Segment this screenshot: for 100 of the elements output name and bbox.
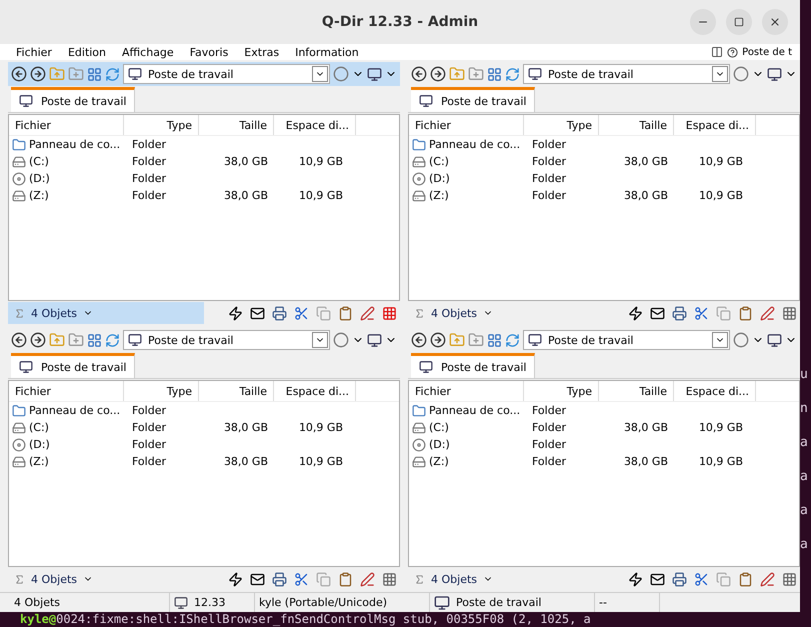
pen-icon[interactable]: [360, 306, 375, 320]
column-header[interactable]: Type: [124, 381, 199, 401]
computer-icon[interactable]: [367, 332, 382, 348]
pen-icon[interactable]: [760, 306, 775, 320]
computer-icon[interactable]: [767, 66, 782, 82]
mail-icon[interactable]: [250, 306, 265, 320]
maximize-button[interactable]: [726, 9, 752, 35]
grid-icon[interactable]: [382, 306, 397, 320]
forward-icon[interactable]: [30, 66, 46, 82]
menu-item[interactable]: Fichier: [8, 46, 60, 58]
file-name-cell[interactable]: (C:): [409, 420, 529, 434]
menu-item[interactable]: Edition: [60, 46, 114, 58]
column-header[interactable]: Espace di...: [274, 381, 356, 401]
file-name-cell[interactable]: (Z:): [409, 188, 529, 202]
view-grid-icon[interactable]: [87, 66, 102, 82]
pen-icon[interactable]: [360, 572, 375, 586]
back-icon[interactable]: [11, 66, 27, 82]
forward-icon[interactable]: [430, 332, 446, 348]
disc-icon: [12, 438, 26, 452]
scissors-icon[interactable]: [294, 572, 309, 586]
menu-item[interactable]: Information: [287, 46, 367, 58]
refresh-icon[interactable]: [505, 66, 520, 82]
grid-icon[interactable]: [382, 572, 397, 586]
menu-item[interactable]: Extras: [236, 46, 288, 58]
column-header[interactable]: Type: [524, 115, 599, 135]
clipboard-icon[interactable]: [738, 572, 753, 586]
pane-tab[interactable]: Poste de travail: [411, 87, 536, 112]
lightning-icon[interactable]: [228, 572, 243, 586]
file-name-cell[interactable]: (C:): [9, 154, 129, 168]
pane-tab[interactable]: Poste de travail: [11, 87, 136, 112]
pane-tab[interactable]: Poste de travail: [411, 353, 536, 378]
view-grid-icon[interactable]: [87, 332, 102, 348]
mail-icon[interactable]: [650, 306, 665, 320]
column-header[interactable]: Taille: [199, 115, 274, 135]
column-header[interactable]: Fichier: [9, 115, 124, 135]
mail-icon[interactable]: [250, 572, 265, 586]
clipboard-icon[interactable]: [738, 306, 753, 320]
dropdown-button[interactable]: [312, 66, 328, 82]
scissors-icon[interactable]: [694, 306, 709, 320]
pane-tab[interactable]: Poste de travail: [11, 353, 136, 378]
menu-item[interactable]: Favoris: [182, 46, 236, 58]
column-header[interactable]: Type: [124, 115, 199, 135]
dropdown-button[interactable]: [312, 332, 328, 348]
column-header[interactable]: Fichier: [9, 381, 124, 401]
back-icon[interactable]: [411, 332, 427, 348]
file-name-cell[interactable]: (D:): [409, 438, 529, 452]
column-header[interactable]: Espace di...: [674, 381, 756, 401]
lightning-icon[interactable]: [628, 572, 643, 586]
file-name-cell[interactable]: Panneau de co...: [409, 138, 529, 152]
computer-icon[interactable]: [367, 66, 382, 82]
clipboard-icon[interactable]: [338, 306, 353, 320]
menu-label[interactable]: Poste de t: [742, 46, 792, 58]
column-header[interactable]: Taille: [199, 381, 274, 401]
menu-item[interactable]: Affichage: [114, 46, 182, 58]
file-name-cell[interactable]: (Z:): [9, 454, 129, 468]
grid-icon[interactable]: [782, 306, 797, 320]
column-header[interactable]: Espace di...: [674, 115, 756, 135]
file-name-cell[interactable]: (Z:): [9, 188, 129, 202]
close-button[interactable]: [762, 9, 788, 35]
forward-icon[interactable]: [430, 66, 446, 82]
refresh-icon[interactable]: [105, 332, 120, 348]
grid-icon[interactable]: [782, 572, 797, 586]
forward-icon[interactable]: [30, 332, 46, 348]
address-field[interactable]: Poste de travail: [523, 64, 730, 84]
lightning-icon[interactable]: [628, 306, 643, 320]
column-header[interactable]: Fichier: [409, 115, 524, 135]
dropdown-button[interactable]: [712, 66, 728, 82]
file-name-cell[interactable]: Panneau de co...: [409, 404, 529, 418]
help-icon[interactable]: [727, 46, 738, 58]
column-header[interactable]: Espace di...: [274, 115, 356, 135]
file-name-cell[interactable]: (D:): [409, 172, 529, 186]
file-name-cell[interactable]: (Z:): [409, 454, 529, 468]
file-name-cell[interactable]: Panneau de co...: [9, 138, 129, 152]
clipboard-icon[interactable]: [338, 572, 353, 586]
pen-icon[interactable]: [760, 572, 775, 586]
column-header[interactable]: Fichier: [409, 381, 524, 401]
back-icon[interactable]: [11, 332, 27, 348]
refresh-icon[interactable]: [105, 66, 120, 82]
refresh-icon[interactable]: [505, 332, 520, 348]
file-name-cell[interactable]: Panneau de co...: [9, 404, 129, 418]
column-header[interactable]: Taille: [599, 381, 674, 401]
view-grid-icon[interactable]: [487, 66, 502, 82]
scissors-icon[interactable]: [294, 306, 309, 320]
file-name-cell[interactable]: (C:): [409, 154, 529, 168]
scissors-icon[interactable]: [694, 572, 709, 586]
column-header[interactable]: Taille: [599, 115, 674, 135]
file-name-cell[interactable]: (C:): [9, 420, 129, 434]
address-field[interactable]: Poste de travail: [523, 330, 730, 350]
lightning-icon[interactable]: [228, 306, 243, 320]
file-name-cell[interactable]: (D:): [9, 438, 129, 452]
layout-icon[interactable]: [711, 46, 724, 58]
dropdown-button[interactable]: [712, 332, 728, 348]
view-grid-icon[interactable]: [487, 332, 502, 348]
address-field[interactable]: Poste de travail: [123, 64, 330, 84]
file-name-cell[interactable]: (D:): [9, 172, 129, 186]
column-header[interactable]: Type: [524, 381, 599, 401]
mail-icon[interactable]: [650, 572, 665, 586]
back-icon[interactable]: [411, 66, 427, 82]
computer-icon[interactable]: [767, 332, 782, 348]
address-field[interactable]: Poste de travail: [123, 330, 330, 350]
